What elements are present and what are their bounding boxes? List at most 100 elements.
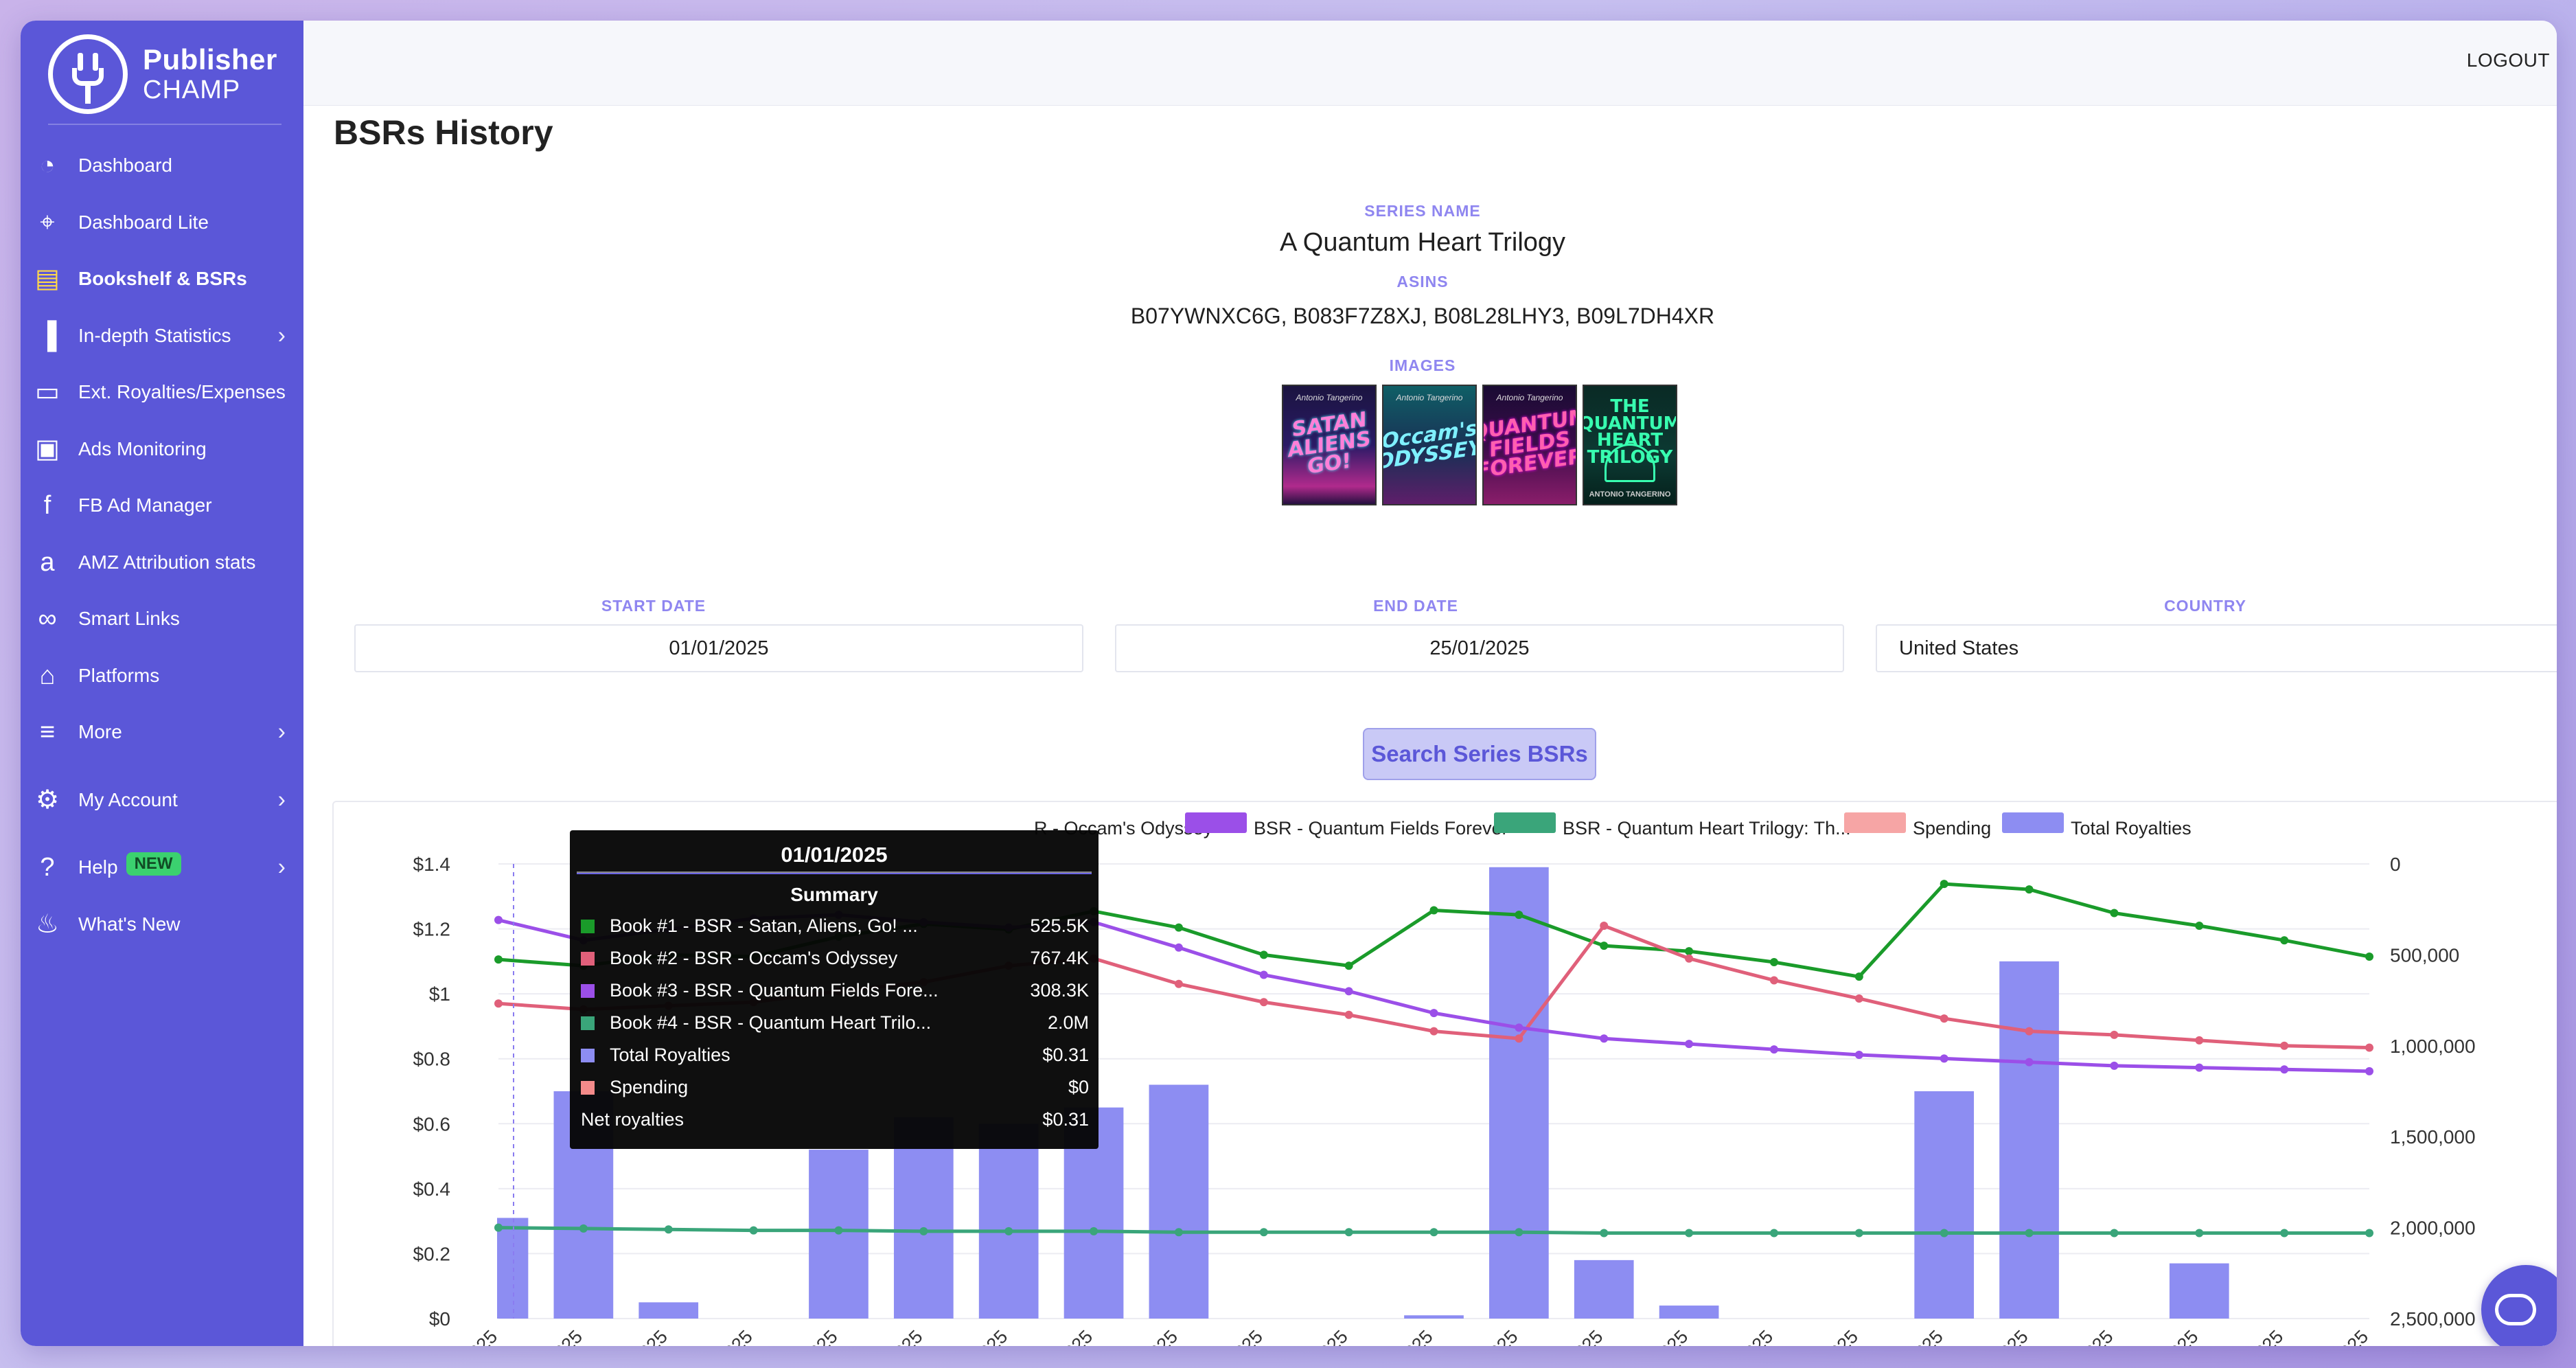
bsr-point [1600,922,1609,931]
y-left-tick-label: $0.2 [413,1243,451,1264]
sidebar-item-more[interactable]: ≡ More › [21,704,303,761]
search-series-bsrs-button[interactable]: Search Series BSRs [1363,728,1596,780]
bsr-point [1174,1228,1183,1237]
book-icon: ▤ [35,264,60,294]
chevron-right-icon: › [277,322,286,349]
store-icon: ⌂ [39,661,56,690]
series-swatch [581,1016,595,1030]
start-date-caption: START DATE [601,597,706,615]
x-tick-label: 18/01/2025 [1867,1326,1947,1346]
tooltip-date: 01/01/2025 [781,843,888,867]
sidebar-item-label: Ext. Royalties/Expenses [78,381,286,403]
bsr-point [1344,1228,1353,1237]
x-tick-label: 19/01/2025 [1952,1326,2032,1346]
sidebar-item-in-depth-statistics[interactable]: ▐ In-depth Statistics › [21,308,303,365]
bsr-point [1940,880,1948,889]
chevron-right-icon: › [277,718,286,745]
x-tick-label: 23/01/2025 [2292,1326,2372,1346]
royalty-bar [497,1218,529,1319]
sidebar-item-what-s-new[interactable]: ♨ What's New [21,896,303,953]
end-date-caption: END DATE [1373,597,1458,615]
bsr-point [1854,994,1863,1003]
sidebar-item-ext-royalties-expenses[interactable]: ▭ Ext. Royalties/Expenses [21,364,303,421]
brand-line2: CHAMP [143,76,241,104]
bsr-point [2025,1027,2034,1036]
facebook-icon: f [43,491,51,521]
book-cover-3[interactable]: Antonio Tangerino QUANTUM FIELDS FOREVER [1482,385,1577,505]
bsr-point [1854,1229,1863,1238]
legend-swatch [1185,812,1247,833]
x-tick-label: 15/01/2025 [1612,1326,1692,1346]
sidebar-item-bookshelf-bsrs[interactable]: ▤ Bookshelf & BSRs [21,251,303,308]
legend-label: Spending [1913,818,1991,839]
x-tick-label: 11/01/2025 [1273,1326,1352,1346]
start-date-input[interactable]: 01/01/2025 [354,624,1083,672]
bsr-point [1515,1023,1523,1032]
sidebar-item-smart-links[interactable]: ∞ Smart Links [21,591,303,648]
main-content: BSRs History SERIES NAME A Quantum Heart… [303,106,2557,1346]
tooltip-row-label: Book #1 - BSR - Satan, Aliens, Go! ... [610,915,918,936]
bsr-point [2110,1030,2119,1039]
country-select[interactable]: United States [1876,624,2557,672]
bsr-point [1344,987,1353,996]
crosshair-icon: ⌖ [40,207,55,237]
sidebar-item-fb-ad-manager[interactable]: f FB Ad Manager [21,477,303,534]
bsr-point [1769,1045,1778,1054]
book-cover-1[interactable]: Antonio Tangerino SATAN ALIENS GO! [1282,385,1377,505]
bsr-point [2195,1036,2204,1045]
bsr-point [2280,1041,2289,1050]
end-date-value: 25/01/2025 [1429,637,1530,659]
chart-tooltip: 01/01/2025 Summary Book #1 - BSR - Satan… [570,830,1099,1149]
bsr-point [1685,1040,1694,1049]
tooltip-row: Net royalties $0.31 [570,1104,1099,1136]
logout-link[interactable]: LOGOUT [2467,49,2550,71]
bsr-point [1769,1229,1778,1238]
sidebar-item-dashboard-lite[interactable]: ⌖ Dashboard Lite [21,194,303,251]
book-cover-4[interactable]: THE QUANTUM HEART TRILOGY ANTONIO TANGER… [1583,385,1677,505]
bsr-point [2025,1229,2034,1238]
ad-icon: ▣ [35,434,60,464]
sidebar-item-help[interactable]: ? Help NEW › [21,839,303,896]
sidebar-item-label: Dashboard Lite [78,211,209,233]
topbar: LOGOUT [303,21,2557,106]
end-date-input[interactable]: 25/01/2025 [1115,624,1844,672]
bsr-point [1854,972,1863,981]
bsr-point [1600,1229,1609,1238]
bsr-point [1940,1054,1948,1063]
brand-line1: Publisher [143,43,277,76]
x-tick-label: 07/01/2025 [932,1326,1012,1346]
sidebar-item-label: Smart Links [78,608,180,630]
x-tick-label: 10/01/2025 [1186,1326,1267,1346]
asins-list: B07YWNXC6G, B083F7Z8XJ, B08L28LHY3, B09L… [1130,304,1715,328]
bsr-point [1685,1229,1694,1238]
bsr-point [494,915,503,924]
country-value: United States [1899,637,2019,659]
bsr-point [2365,1229,2373,1238]
bsr-point [1600,942,1609,950]
series-name: A Quantum Heart Trilogy [1279,228,1566,257]
tooltip-row-label: Net royalties [581,1109,685,1130]
sidebar-item-ads-monitoring[interactable]: ▣ Ads Monitoring [21,421,303,478]
sidebar-item-my-account[interactable]: ⚙ My Account › [21,772,303,829]
tooltip-divider [577,871,1092,874]
bsr-point [1259,950,1268,959]
bsr-point [2110,909,2119,917]
sidebar-item-platforms[interactable]: ⌂ Platforms [21,648,303,705]
sidebar-item-amz-attribution-stats[interactable]: a AMZ Attribution stats [21,534,303,591]
bsr-point [1600,1034,1609,1043]
sidebar-item-dashboard[interactable]: ◔ Dashboard [21,137,303,194]
x-tick-label: 12/01/2025 [1357,1326,1437,1346]
question-icon: ? [40,853,55,882]
sidebar-nav: ◔ Dashboard ⌖ Dashboard Lite ▤ Bookshelf & BS… [21,137,303,953]
wallet-icon: ▭ [35,378,60,407]
tooltip-row-label: Book #4 - BSR - Quantum Heart Trilo... [610,1012,932,1033]
x-tick-label: 06/01/2025 [847,1326,927,1346]
bsr-point [834,1226,843,1235]
tooltip-row-value: $0.31 [1042,1109,1089,1130]
bsr-point [2365,1043,2373,1052]
x-tick-label: 14/01/2025 [1527,1326,1607,1346]
tooltip-row: Book #1 - BSR - Satan, Aliens, Go! ... 52… [570,910,1099,942]
sidebar-item-label: What's New [78,913,181,935]
brand-logo[interactable]: Publisher CHAMP [48,26,281,122]
book-cover-2[interactable]: Antonio Tangerino Occam's ODYSSEY [1382,385,1477,505]
